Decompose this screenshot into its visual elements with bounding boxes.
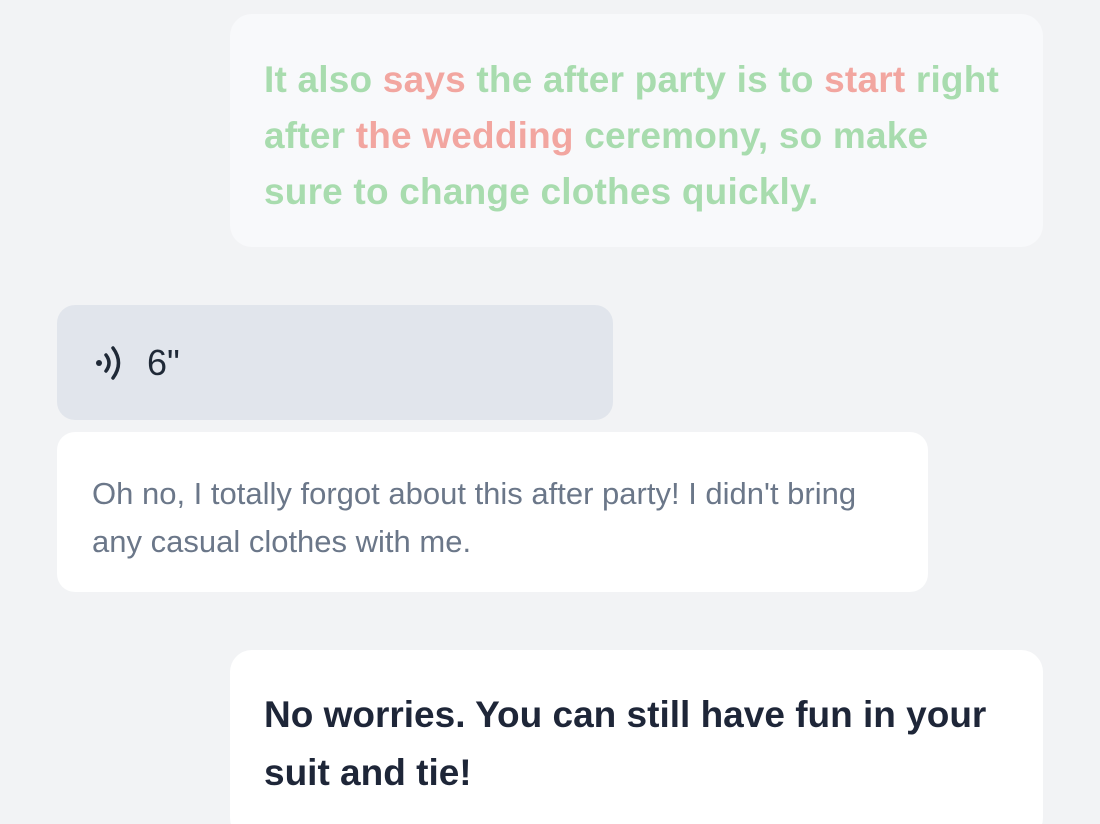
- voice-message-button[interactable]: 6": [57, 305, 613, 420]
- voice-duration: 6": [147, 341, 180, 383]
- feedback-segment: It also: [264, 59, 383, 100]
- transcript-text: Oh no, I totally forgot about this after…: [92, 476, 857, 559]
- feedback-segment: the after party is to: [465, 59, 825, 100]
- sound-wave-icon: [91, 343, 131, 383]
- pronunciation-feedback-bubble[interactable]: It also says the after party is to start…: [230, 14, 1043, 247]
- feedback-segment: says: [382, 59, 466, 100]
- feedback-segment: the wedding: [355, 115, 574, 156]
- feedback-segment: start: [824, 59, 906, 100]
- reply-bubble[interactable]: No worries. You can still have fun in yo…: [230, 650, 1043, 824]
- transcript-bubble: Oh no, I totally forgot about this after…: [57, 432, 928, 592]
- chat-thread: It also says the after party is to start…: [0, 0, 1100, 824]
- reply-text: No worries. You can still have fun in yo…: [264, 694, 987, 793]
